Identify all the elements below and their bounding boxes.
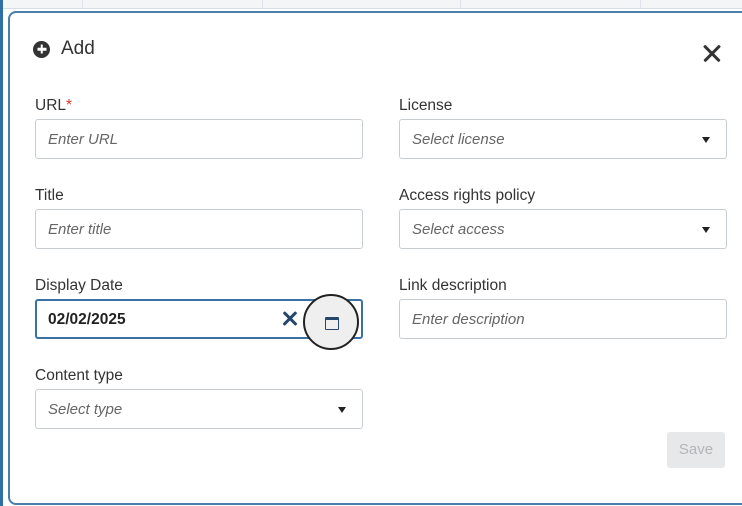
left-accent-bar [0,0,3,506]
url-placeholder: Enter URL [48,131,119,148]
content-type-placeholder: Select type [48,401,123,418]
add-circle-icon [33,40,50,58]
link-description-placeholder: Enter description [412,311,525,328]
content-type-label: Content type [35,367,123,384]
link-description-input[interactable]: Enter description [399,299,727,339]
title-label: Title [35,187,64,204]
url-input[interactable]: Enter URL [35,119,363,159]
access-rights-policy-label: Access rights policy [399,187,536,204]
access-placeholder: Select access [412,221,505,238]
license-label: License [399,97,453,114]
title-input[interactable]: Enter title [35,209,363,249]
url-label: URL* [35,97,73,114]
add-dialog [8,11,742,505]
required-mark: * [66,97,73,114]
display-date-value: 02/02/2025 [48,311,126,328]
close-icon[interactable] [700,42,724,66]
save-button[interactable]: Save [667,432,725,468]
caret-down-icon [702,227,710,233]
caret-down-icon [702,137,710,143]
dialog-title: Add [61,38,95,59]
calendar-button[interactable] [303,294,359,350]
dialog-header: Add [33,38,95,60]
access-rights-policy-select[interactable]: Select access [399,209,727,249]
title-placeholder: Enter title [48,221,112,238]
caret-down-icon [338,407,346,413]
calendar-icon [325,317,339,330]
link-description-label: Link description [399,277,507,294]
display-date-label: Display Date [35,277,123,294]
top-strip [0,0,742,9]
clear-x-icon[interactable] [281,310,299,328]
content-type-select[interactable]: Select type [35,389,363,429]
license-select[interactable]: Select license [399,119,727,159]
license-placeholder: Select license [412,131,505,148]
